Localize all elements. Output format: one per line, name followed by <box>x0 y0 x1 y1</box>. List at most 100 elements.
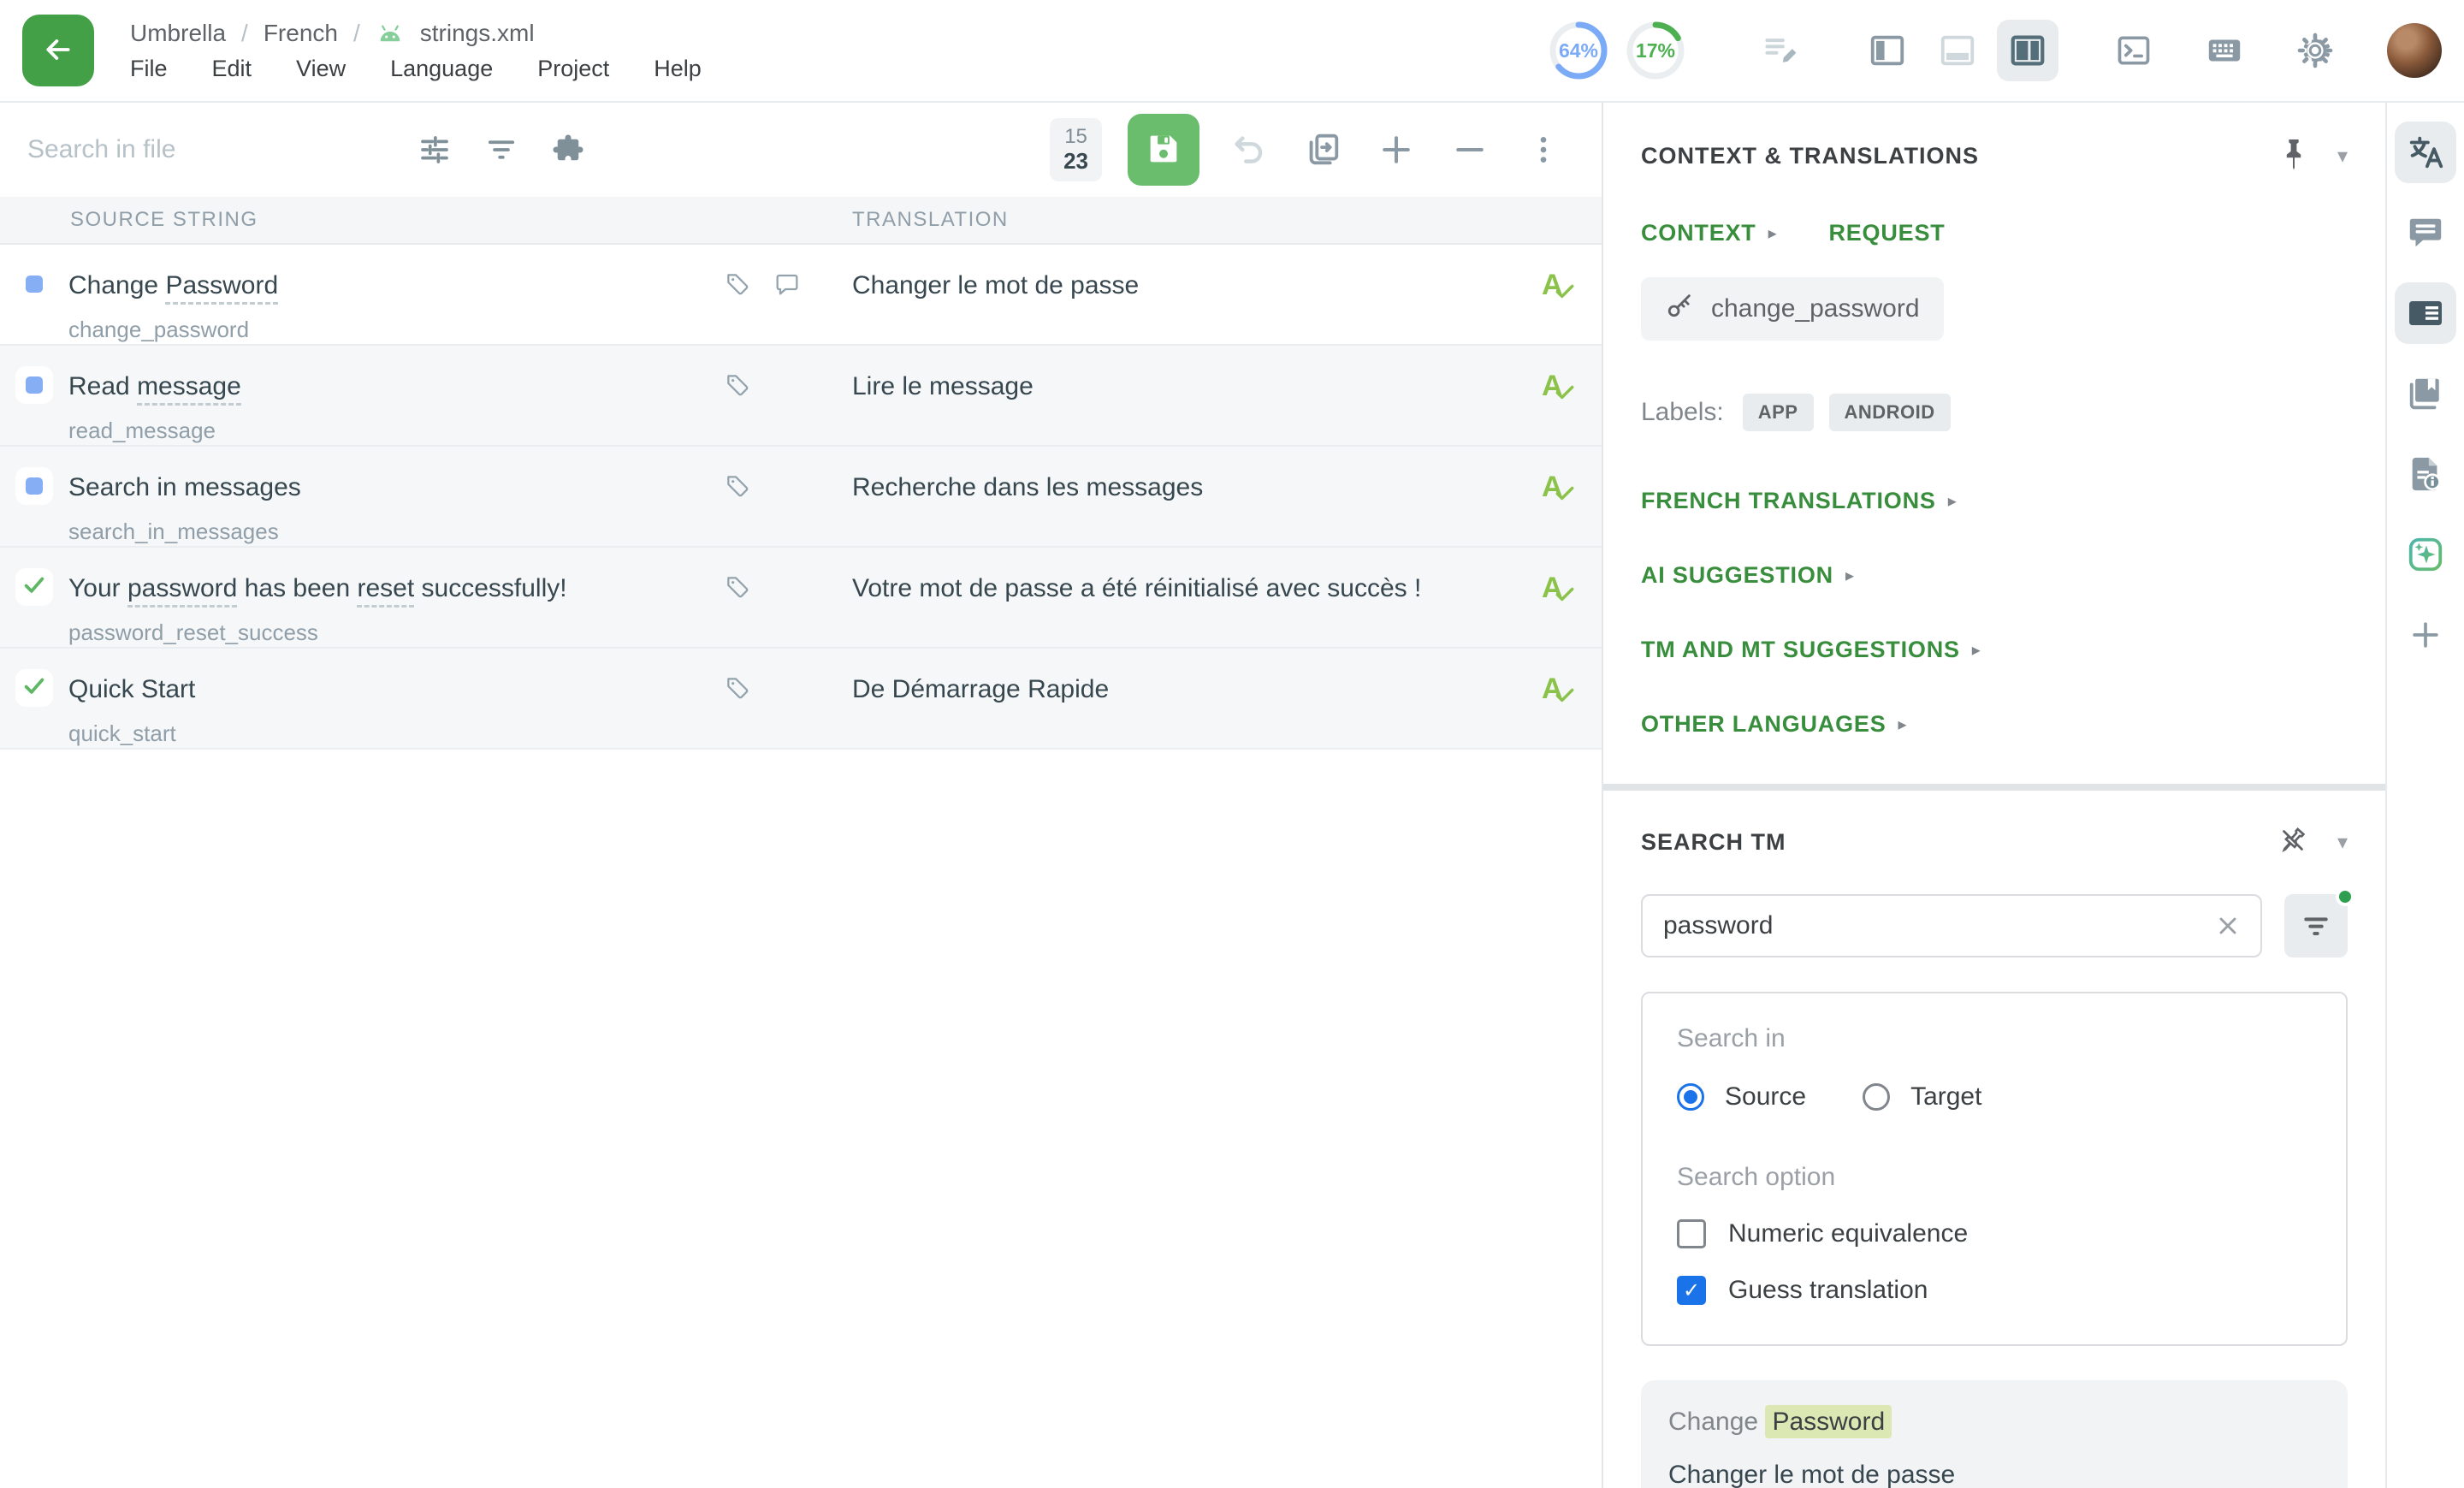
radio-target[interactable]: Target <box>1863 1082 1981 1112</box>
context-link-label: CONTEXT <box>1641 220 1756 246</box>
source-string-cell: Quick Startquick_start <box>68 649 724 748</box>
string-row[interactable]: Change Passwordchange_passwordChanger le… <box>0 245 1602 346</box>
approval-progress-ring[interactable]: 17% <box>1624 19 1687 82</box>
check-mark <box>1554 382 1576 408</box>
tag-icon[interactable] <box>724 472 751 504</box>
source-string-text: Read message <box>68 370 724 404</box>
approve-translation-icon[interactable]: A <box>1540 370 1579 409</box>
checkbox-numeric-equivalence[interactable]: Numeric equivalence <box>1677 1219 2312 1248</box>
tm-search-input[interactable] <box>1661 910 2214 941</box>
add-string-icon[interactable] <box>1372 126 1420 174</box>
context-links: CONTEXT ▸ REQUEST <box>1641 220 2348 246</box>
string-row[interactable]: Search in messagessearch_in_messagesRech… <box>0 447 1602 548</box>
string-row[interactable]: Your password has been reset successfull… <box>0 548 1602 649</box>
menu-language[interactable]: Language <box>390 56 493 82</box>
approve-translation-icon[interactable]: A <box>1540 269 1579 308</box>
tag-icon[interactable] <box>724 573 751 605</box>
menu-help[interactable]: Help <box>654 56 702 82</box>
layout-left-panel-icon[interactable] <box>1857 20 1918 81</box>
breadcrumb-language[interactable]: French <box>264 20 338 47</box>
clear-search-icon[interactable] <box>2214 912 2242 940</box>
glossary-term: reset <box>357 574 414 608</box>
file-info-icon[interactable] <box>2395 443 2456 505</box>
menu-file[interactable]: File <box>130 56 168 82</box>
keyboard-shortcuts-icon[interactable] <box>2194 20 2255 81</box>
drafts-icon[interactable] <box>1750 20 1812 81</box>
console-icon[interactable] <box>2103 20 2165 81</box>
section-other-languages[interactable]: OTHER LANGUAGES▸ <box>1641 711 2348 738</box>
string-row[interactable]: Read messageread_messageLire le messageA <box>0 346 1602 447</box>
progress-rings: 64% 17% <box>1547 19 1687 82</box>
filter-icon <box>2299 908 2333 945</box>
menu-project[interactable]: Project <box>537 56 609 82</box>
translation-cell: Changer le mot de passeA <box>852 245 1602 344</box>
section-tm-and-mt-suggestions[interactable]: TM AND MT SUGGESTIONS▸ <box>1641 637 2348 663</box>
checkbox-guess-translation[interactable]: ✓Guess translation <box>1677 1276 2312 1305</box>
search-in-radios: Source Target <box>1677 1082 2312 1112</box>
layout-right-panel-icon[interactable] <box>1997 20 2058 81</box>
copy-source-icon[interactable] <box>1299 126 1347 174</box>
plugins-puzzle-icon[interactable] <box>544 126 592 174</box>
approve-translation-icon[interactable]: A <box>1540 471 1579 510</box>
unpin-icon[interactable] <box>2277 825 2308 860</box>
more-options-kebab-icon[interactable] <box>1519 126 1567 174</box>
glossary-term: Password <box>165 271 278 305</box>
collapse-chevron-icon[interactable]: ▾ <box>2337 144 2348 169</box>
string-row[interactable]: Quick Startquick_startDe Démarrage Rapid… <box>0 649 1602 750</box>
radio-circle[interactable] <box>1677 1083 1704 1111</box>
top-bar-right: 64% 17% <box>1547 19 2442 82</box>
current-string-number: 15 <box>1064 125 1087 149</box>
context-translations-panel: CONTEXT & TRANSLATIONS ▾ CONTEXT ▸ REQ <box>1602 103 2385 1488</box>
save-button[interactable] <box>1128 114 1199 186</box>
approve-translation-icon[interactable]: A <box>1540 673 1579 712</box>
status-pill <box>15 669 53 707</box>
advanced-filter-icon[interactable] <box>411 126 459 174</box>
remove-string-icon[interactable] <box>1446 126 1494 174</box>
translation-text: Votre mot de passe a été réinitialisé av… <box>852 572 1421 647</box>
search-in-file-input[interactable] <box>26 134 394 165</box>
section-label: AI SUGGESTION <box>1641 562 1833 589</box>
context-panel-icon[interactable] <box>2395 282 2456 344</box>
menu-edit[interactable]: Edit <box>212 56 252 82</box>
layout-bottom-panel-icon[interactable] <box>1927 20 1988 81</box>
radio-circle[interactable] <box>1863 1083 1890 1111</box>
tag-icon[interactable] <box>724 371 751 403</box>
tag-icon[interactable] <box>724 674 751 706</box>
back-button[interactable] <box>22 15 94 86</box>
tm-result-card[interactable]: Change PasswordChanger le mot de passe <box>1641 1380 2348 1488</box>
back-arrow-icon <box>41 33 75 69</box>
filter-strings-icon[interactable] <box>477 126 525 174</box>
avatar[interactable] <box>2387 23 2442 78</box>
tm-result: Change PasswordChanger le mot de passeUm… <box>1641 1380 2348 1488</box>
status-pill <box>15 568 53 606</box>
glossary-icon[interactable] <box>2395 363 2456 424</box>
checkbox-box[interactable]: ✓ <box>1677 1276 1706 1305</box>
approve-translation-icon[interactable]: A <box>1540 572 1579 611</box>
menu-view[interactable]: View <box>296 56 346 82</box>
translation-cell: Recherche dans les messagesA <box>852 447 1602 546</box>
request-link-label: REQUEST <box>1828 220 1945 246</box>
breadcrumb-file[interactable]: strings.xml <box>420 20 535 47</box>
undo-icon[interactable] <box>1225 126 1273 174</box>
string-key-chip[interactable]: change_password <box>1641 277 1944 341</box>
request-context-link[interactable]: REQUEST <box>1828 220 1945 246</box>
section-french-translations[interactable]: FRENCH TRANSLATIONS▸ <box>1641 488 2348 514</box>
collapse-chevron-icon[interactable]: ▾ <box>2337 830 2348 855</box>
context-link[interactable]: CONTEXT ▸ <box>1641 220 1777 246</box>
settings-gear-icon[interactable] <box>2284 20 2346 81</box>
source-string-cell: Read messageread_message <box>68 346 724 445</box>
save-floppy-icon <box>1144 129 1183 171</box>
tm-filter-button[interactable] <box>2284 894 2348 957</box>
breadcrumb-project[interactable]: Umbrella <box>130 20 226 47</box>
pin-icon[interactable] <box>2279 137 2308 175</box>
translate-icon[interactable] <box>2395 122 2456 183</box>
radio-source[interactable]: Source <box>1677 1082 1806 1112</box>
add-panel-icon[interactable] <box>2395 604 2456 666</box>
checkbox-box[interactable] <box>1677 1219 1706 1248</box>
comment-icon[interactable] <box>773 270 801 302</box>
section-ai-suggestion[interactable]: AI SUGGESTION▸ <box>1641 562 2348 589</box>
translation-progress-ring[interactable]: 64% <box>1547 19 1610 82</box>
ai-icon[interactable] <box>2395 524 2456 585</box>
comments-icon[interactable] <box>2395 202 2456 264</box>
tag-icon[interactable] <box>724 270 751 302</box>
